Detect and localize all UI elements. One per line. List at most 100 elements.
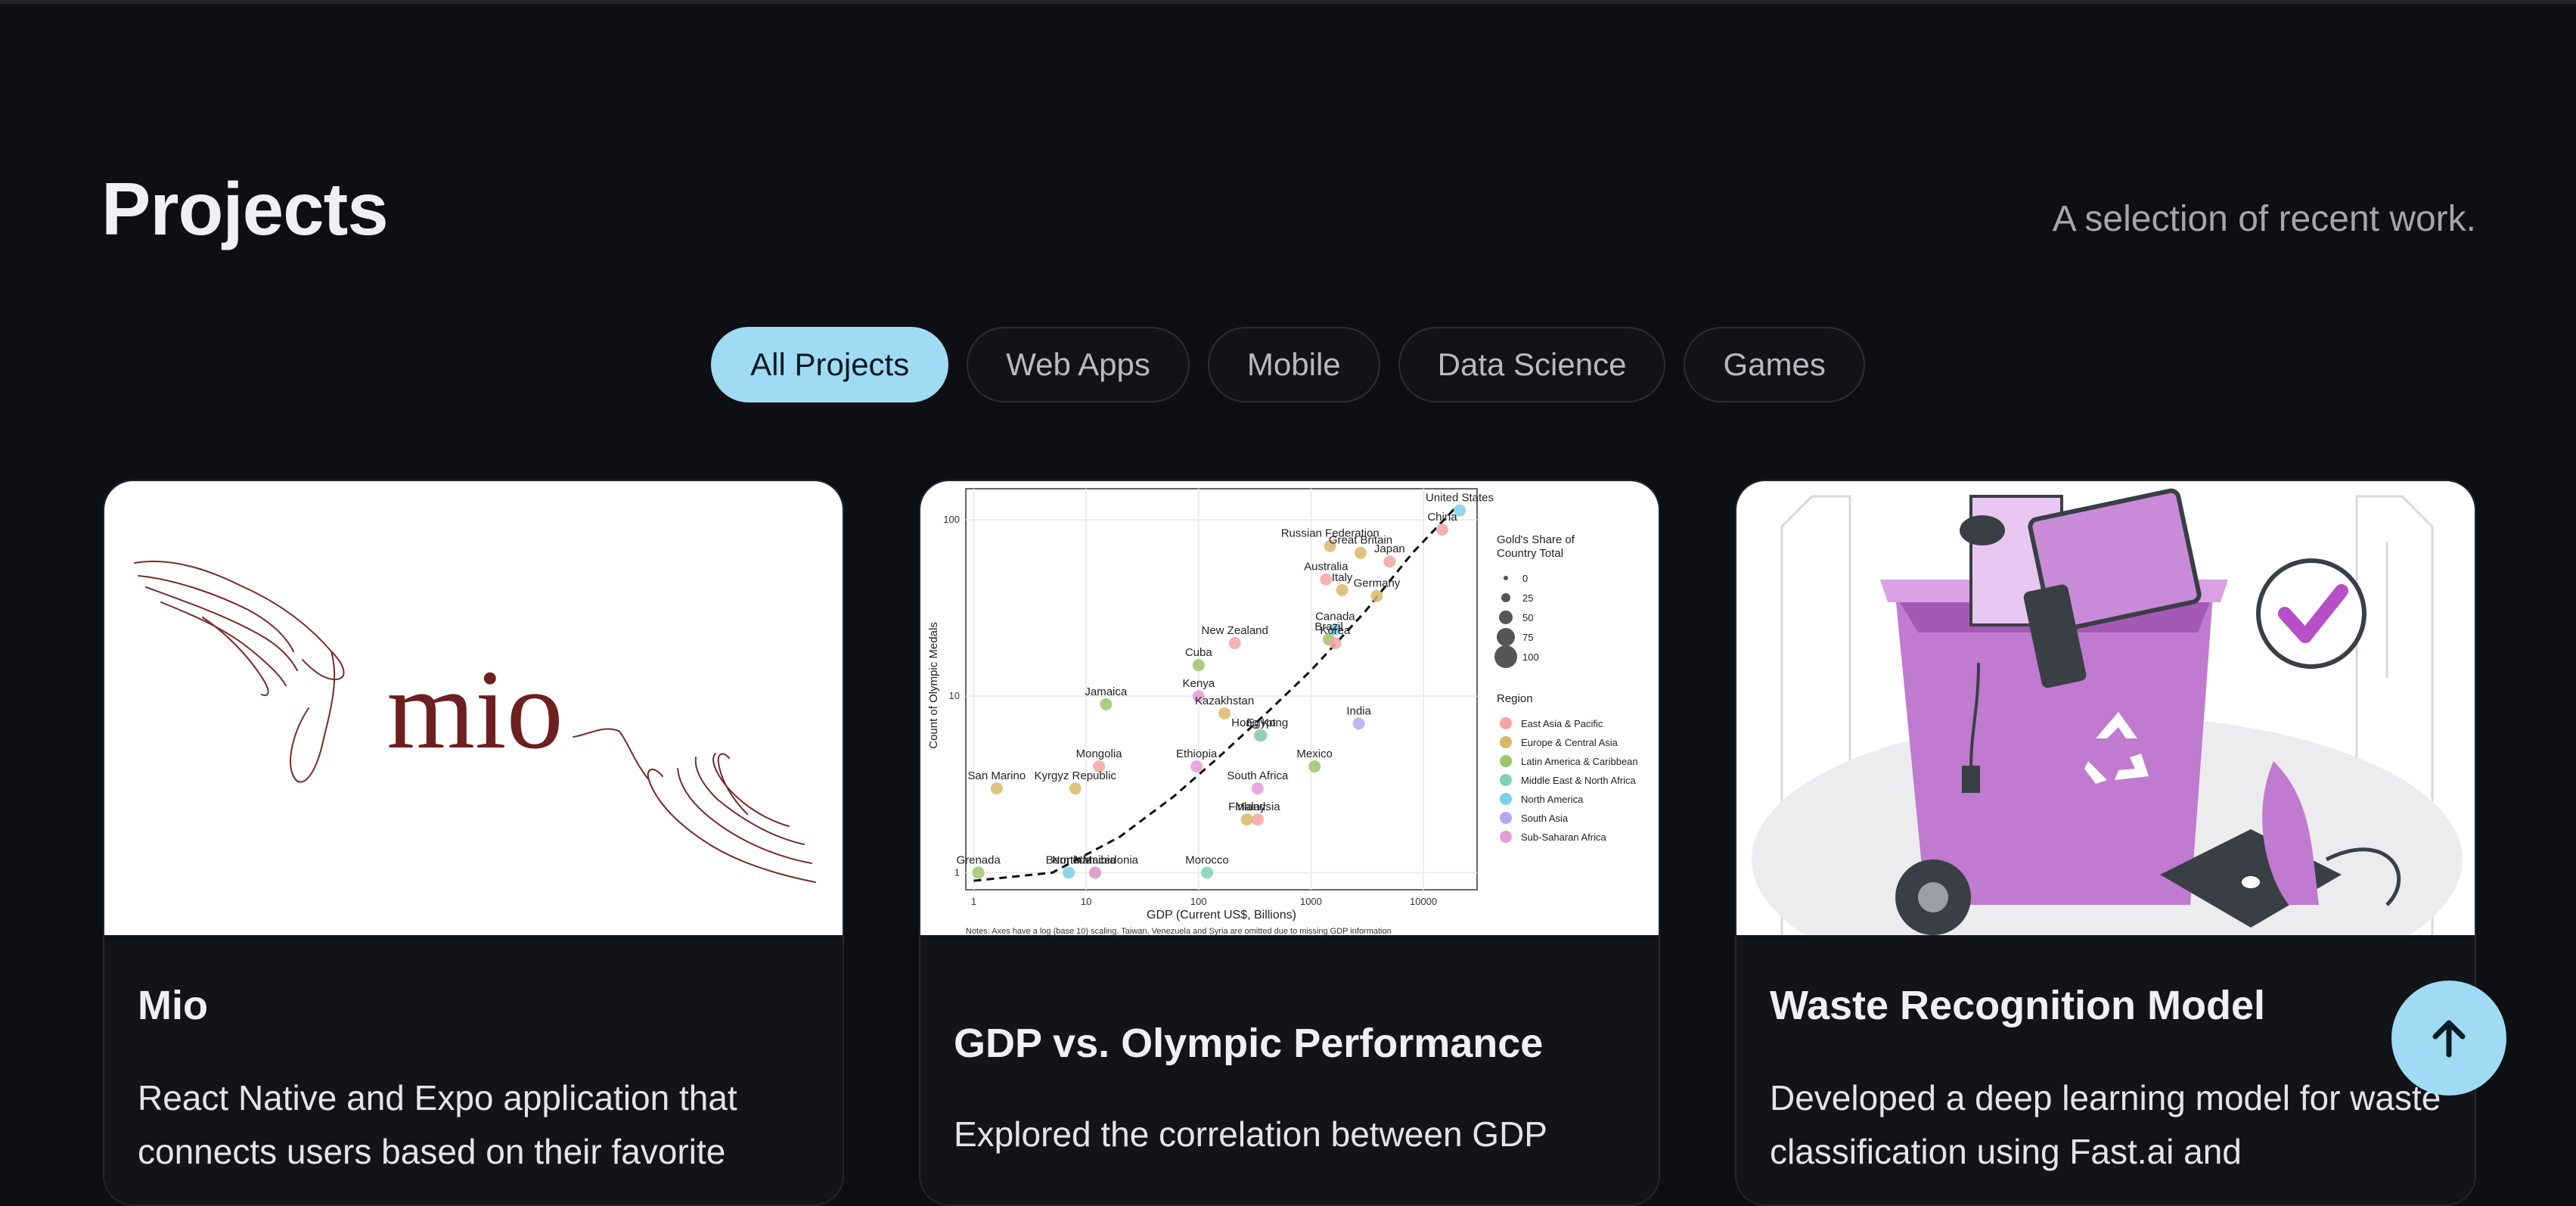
region-legend-label: Sub-Saharan Africa [1521,831,1607,843]
project-description-gdp-olympics: Explored the correlation between GDP [954,1114,1547,1154]
scatter-point [1370,589,1383,602]
filter-games[interactable]: Games [1684,327,1865,403]
point-label: San Marino [967,769,1026,782]
scroll-to-top-button[interactable] [2391,981,2506,1096]
y-tick-label: 1 [954,866,960,878]
filter-data-science[interactable]: Data Science [1398,327,1666,403]
filter-mobile[interactable]: Mobile [1207,327,1380,403]
size-legend-title-2: Country Total [1497,547,1563,560]
scatter-point [1228,637,1241,650]
point-label: United States [1426,492,1494,505]
y-tick-label: 10 [949,690,960,701]
scatter-point [1069,782,1082,795]
gdp-olympics-chart: United StatesChinaRussian FederationGrea… [927,488,1638,935]
filter-all-projects[interactable]: All Projects [711,327,949,403]
project-title-gdp-olympics: GDP vs. Olympic Performance [954,1021,1544,1066]
size-legend-swatch [1497,628,1515,646]
point-label: India [1346,704,1371,717]
mio-logo-illustration: mio [134,561,816,883]
region-legend-swatch [1500,812,1512,824]
region-legend-label: Latin America & Caribbean [1521,756,1638,767]
scatter-point [1218,707,1231,720]
chart-note: Notes: Axes have a log (base 10) scaling… [966,927,1392,935]
region-legend-label: Middle East & North Africa [1521,775,1636,786]
y-tick-label: 100 [943,514,960,525]
region-legend-swatch [1500,736,1512,748]
size-legend-swatch [1501,593,1510,602]
size-legend-swatch [1494,645,1517,668]
page-title: Projects [101,167,389,250]
x-axis-label: GDP (Current US$, Billions) [1147,909,1296,922]
plug-icon [1962,766,1980,793]
region-legend-swatch [1500,774,1512,786]
scatter-point [1255,729,1268,741]
mouse-icon [1960,515,2005,545]
point-label: Mongolia [1076,748,1123,760]
project-description-waste-recognition: Developed a deep learning model for wast… [1770,1078,2441,1172]
scatter-point [1190,760,1203,773]
scatter-point [1354,546,1367,559]
point-label: Grenada [956,853,1001,866]
point-label: Mexico [1296,748,1333,760]
point-label: Korea [1320,624,1351,637]
size-legend-swatch [1499,611,1513,624]
scatter-point [1240,813,1253,826]
x-tick-label: 100 [1190,896,1207,907]
scatter-point [1192,659,1205,672]
x-tick-label: 10000 [1410,896,1437,907]
scatter-point [1435,524,1448,536]
size-legend-title-1: Gold's Share of [1497,533,1575,546]
region-legend-label: Europe & Central Asia [1521,737,1619,748]
project-title-waste-recognition: Waste Recognition Model [1770,983,2266,1028]
project-image-gdp-olympics: United States China Russian Federation Grea… [920,481,1659,935]
point-label: Jamaica [1085,685,1128,698]
filter-web-apps[interactable]: Web Apps [967,327,1190,403]
size-legend-label: 75 [1522,632,1533,643]
project-card-waste-recognition[interactable]: Waste Recognition Model Developed a deep… [1735,480,2476,1206]
project-card-gdp-olympics[interactable]: United States China Russian Federation Grea… [919,480,1660,1206]
point-label: Italy [1332,571,1353,584]
scatter-point [1383,555,1396,568]
scatter-point [1063,866,1075,879]
scatter-point [1329,637,1342,650]
project-card-mio[interactable]: mio Mio React Native and Expo applicatio… [103,480,844,1206]
page-subtitle: A selection of recent work. [2052,199,2476,239]
point-label: Morocco [1185,853,1229,866]
scatter-point [1251,782,1264,795]
point-label: Finland [1228,800,1265,813]
size-legend-label: 50 [1522,612,1533,623]
region-legend-label: North America [1521,794,1584,805]
point-label: China [1427,511,1457,524]
project-image-mio: mio [104,481,843,935]
point-label: South Africa [1227,769,1289,782]
point-label: Egypt [1246,716,1276,729]
x-tick-label: 1000 [1300,896,1322,907]
top-divider [0,0,2576,4]
project-image-waste-recognition [1736,481,2475,935]
arrow-up-icon [2432,1020,2466,1058]
region-legend-label: South Asia [1521,813,1569,824]
project-title-mio: Mio [138,983,208,1028]
scatter-point [1201,866,1214,879]
point-label: Japan [1374,542,1405,555]
scatter-point [1088,866,1101,879]
scatter-point [1352,717,1365,730]
region-legend-swatch [1500,793,1512,805]
point-label: Kyrgyz Republic [1035,769,1117,782]
scatter-point [1100,698,1113,710]
point-label: Ethiopia [1176,748,1218,760]
point-label: Kenya [1183,677,1215,690]
region-legend-label: East Asia & Pacific [1521,718,1603,729]
size-legend-label: 0 [1522,573,1528,584]
x-tick-label: 10 [1081,896,1091,907]
scatter-point [1336,583,1349,596]
size-legend-label: 25 [1522,592,1533,604]
filter-bar: All Projects Web Apps Mobile Data Scienc… [0,327,2576,403]
project-description-mio: React Native and Expo application that c… [138,1078,737,1172]
scatter-point [1252,813,1265,826]
x-tick-label: 1 [971,896,976,907]
check-bubble-icon [2256,558,2367,669]
point-label: Cuba [1185,646,1213,659]
scatter-point [990,782,1003,795]
scatter-point [1320,573,1333,586]
